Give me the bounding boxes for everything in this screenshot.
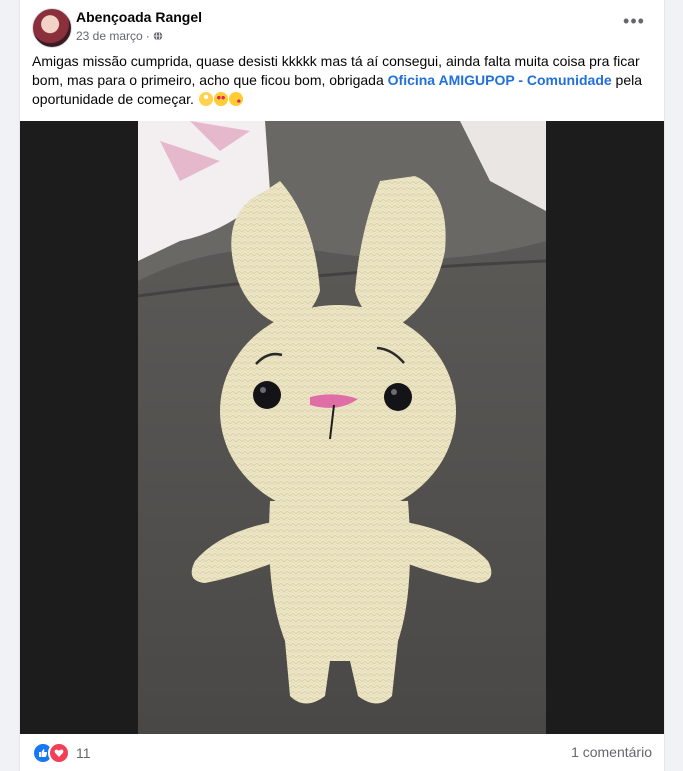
kissing-emoji <box>228 92 243 106</box>
meta-separator: · <box>145 29 150 43</box>
globe-icon[interactable] <box>153 31 163 41</box>
more-options-icon[interactable]: ••• <box>620 12 648 36</box>
author-name[interactable]: Abençoada Rangel <box>76 9 202 25</box>
post-card: Abençoada Rangel 23 de março · ••• Amiga… <box>19 0 665 771</box>
love-icon <box>48 742 70 764</box>
group-link[interactable]: Oficina AMIGUPOP - Comunidade <box>388 72 612 88</box>
post-footer: 11 1 comentário <box>32 740 652 764</box>
post-meta: 23 de março · <box>76 29 163 43</box>
post-photo[interactable] <box>20 121 664 734</box>
rolling-eyes-emoji <box>198 92 213 106</box>
reactions-summary[interactable]: 11 <box>32 742 91 764</box>
post-text: Amigas missão cumprida, quase desisti kk… <box>32 52 652 109</box>
post-date[interactable]: 23 de março <box>76 29 143 43</box>
heart-eyes-emoji <box>213 92 228 106</box>
reaction-count[interactable]: 11 <box>76 745 91 761</box>
comments-count-link[interactable]: 1 comentário <box>571 744 652 760</box>
amigurumi-bunny-image <box>20 121 664 734</box>
author-avatar[interactable] <box>32 8 72 48</box>
post-header: Abençoada Rangel 23 de março · ••• <box>32 8 652 48</box>
